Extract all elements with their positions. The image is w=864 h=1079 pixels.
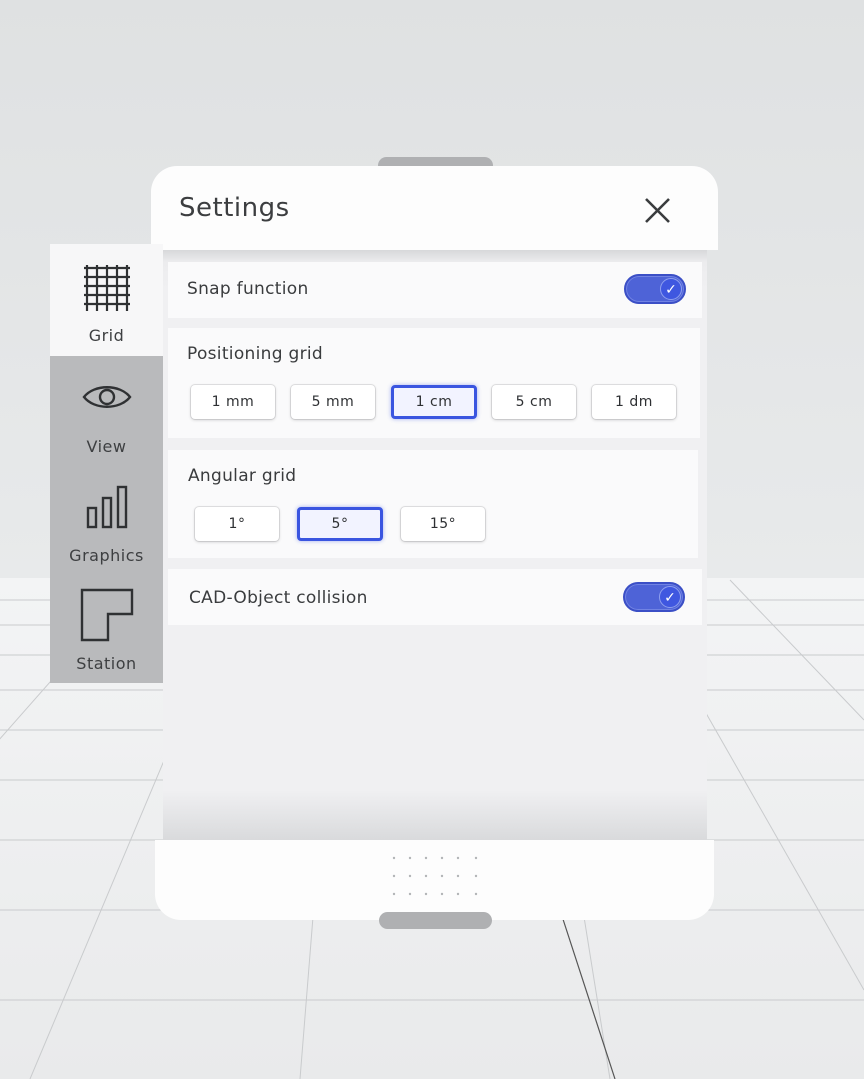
positioning-option-5mm[interactable]: 5 mm [291,385,375,419]
positioning-option-5cm[interactable]: 5 cm [492,385,576,419]
window-drag-handle-bottom[interactable] [379,912,492,929]
angular-option-15deg[interactable]: 15° [401,507,485,541]
positioning-grid-label: Positioning grid [187,344,323,364]
sidebar: Grid View Graphics Station [50,244,163,683]
close-icon [645,198,670,223]
angular-grid-label: Angular grid [188,466,297,486]
cad-collision-label: CAD-Object collision [189,588,368,608]
grid-icon [83,265,130,311]
check-icon: ✓ [660,278,682,300]
positioning-option-1mm[interactable]: 1 mm [191,385,275,419]
sidebar-item-label: View [86,437,127,456]
station-outline-icon [80,588,133,642]
positioning-grid-section: Positioning grid 1 mm 5 mm 1 cm 5 cm 1 d… [168,328,700,438]
drag-dots-icon [392,856,478,896]
close-button[interactable] [638,190,678,230]
angular-grid-section: Angular grid 1° 5° 15° [168,450,698,558]
check-icon: ✓ [659,586,681,608]
sidebar-item-station[interactable]: Station [50,576,163,683]
bar-chart-icon [86,485,127,529]
sidebar-item-view[interactable]: View [50,356,163,466]
cad-collision-toggle[interactable]: ✓ [623,582,685,612]
sidebar-item-graphics[interactable]: Graphics [50,466,163,576]
window-title: Settings [179,193,290,223]
sidebar-item-label: Station [76,654,137,673]
angular-option-1deg[interactable]: 1° [195,507,279,541]
snap-function-label: Snap function [187,279,309,299]
sidebar-item-label: Graphics [69,546,144,565]
eye-icon [81,386,132,408]
positioning-option-1cm[interactable]: 1 cm [391,385,477,419]
snap-function-toggle[interactable]: ✓ [624,274,686,304]
cad-collision-row: CAD-Object collision ✓ [168,569,702,625]
angular-option-5deg[interactable]: 5° [297,507,383,541]
sidebar-item-grid[interactable]: Grid [50,244,163,356]
snap-function-row: Snap function ✓ [168,262,702,318]
sidebar-item-label: Grid [88,326,125,345]
positioning-option-1dm[interactable]: 1 dm [592,385,676,419]
